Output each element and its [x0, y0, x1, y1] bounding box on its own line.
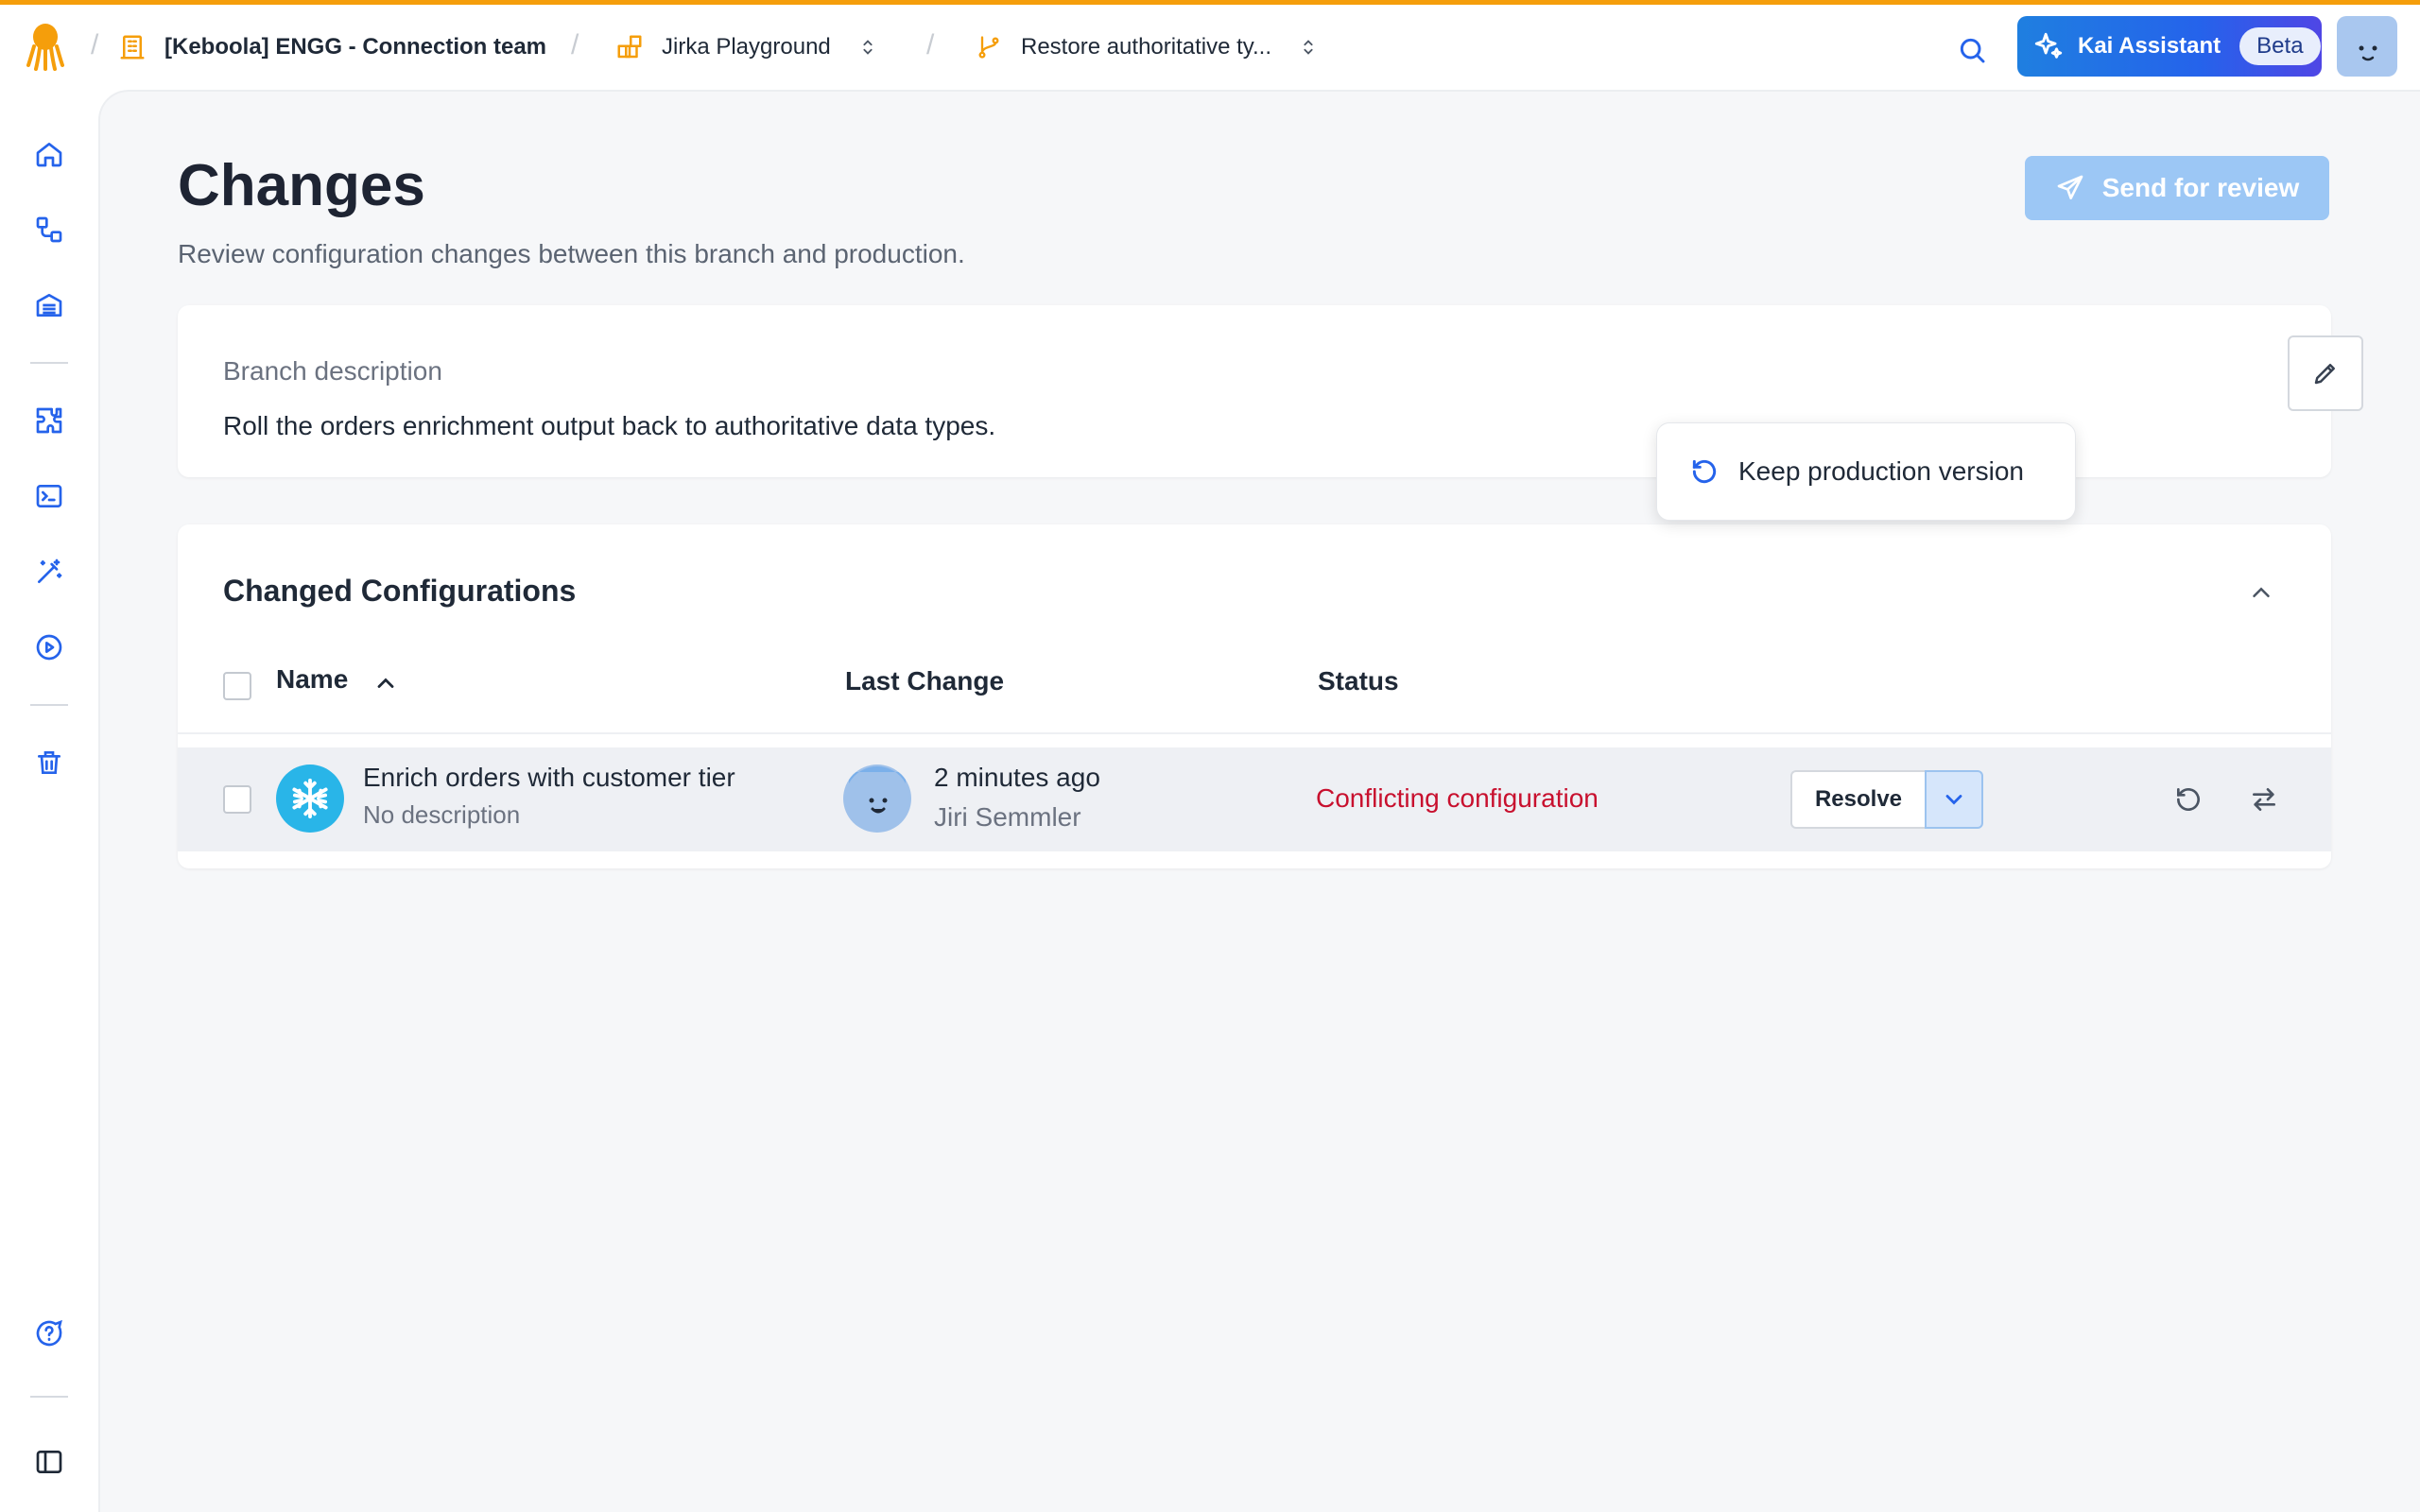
breadcrumb-separator: / [571, 29, 579, 60]
search-icon [1960, 38, 1985, 63]
branch-description-text: Roll the orders enrichment output back t… [223, 411, 996, 440]
jobs-icon [36, 634, 62, 661]
avatar-face-icon [2359, 45, 2377, 61]
status-conflict: Conflicting configuration [1316, 783, 1599, 813]
git-branch-icon [974, 32, 1004, 62]
changed-configurations-card: Changed Configurations Name Last Change … [178, 524, 2331, 868]
breadcrumb-separator: / [926, 29, 935, 60]
column-header-name[interactable]: Name [276, 664, 348, 695]
chevron-up-icon [2253, 587, 2270, 597]
sidebar-item-jobs[interactable] [30, 628, 68, 666]
select-all-checkbox[interactable] [223, 672, 251, 700]
chevron-down-icon [1945, 795, 1962, 805]
components-icon [36, 407, 62, 434]
sidebar-item-trash[interactable] [30, 744, 68, 782]
send-for-review-label: Send for review [2101, 173, 2300, 202]
config-name[interactable]: Enrich orders with customer tier [363, 763, 735, 793]
undo-icon [1692, 459, 1717, 484]
swap-arrows-icon [2253, 788, 2275, 811]
branch-name: Restore authoritative ty... [1021, 34, 1272, 60]
top-bar: / [Keboola] ENGG - Connection team / Jir… [0, 5, 2420, 90]
author-avatar [843, 765, 911, 833]
beta-badge: Beta [2239, 27, 2321, 65]
column-header-last-change: Last Change [845, 666, 1005, 696]
sidebar-item-applications[interactable] [30, 553, 68, 591]
breadcrumb-branch[interactable]: Restore authoritative ty... [974, 26, 1319, 69]
user-avatar[interactable] [2337, 16, 2397, 77]
edit-description-button[interactable] [2288, 335, 2363, 411]
building-icon [117, 32, 147, 62]
chevron-up-icon [377, 678, 394, 688]
avatar-face-icon [845, 766, 909, 831]
table-row[interactable]: Enrich orders with customer tier No desc… [178, 747, 2331, 851]
compare-button[interactable] [2244, 780, 2284, 819]
sparkles-icon [2034, 32, 2063, 59]
kai-assistant-button[interactable]: Kai Assistant Beta [2017, 16, 2322, 77]
sidebar-item-components[interactable] [30, 402, 68, 439]
flows-icon [36, 216, 62, 243]
project-name: Jirka Playground [662, 34, 831, 60]
terminal-icon [36, 485, 62, 507]
magic-wand-icon [38, 558, 62, 583]
row-checkbox[interactable] [223, 785, 251, 814]
keboola-logo[interactable] [26, 22, 64, 71]
column-header-status: Status [1318, 666, 1399, 696]
sidebar-divider [30, 362, 68, 364]
changed-configurations-title: Changed Configurations [223, 574, 577, 608]
sidebar-toggle-icon [36, 1451, 62, 1473]
search-button[interactable] [1953, 31, 1991, 69]
breadcrumb-project[interactable]: Jirka Playground [614, 26, 878, 69]
resolve-button[interactable]: Resolve [1790, 770, 1925, 829]
sort-ascending-button[interactable] [371, 668, 401, 698]
page-subtitle: Review configuration changes between thi… [178, 239, 965, 268]
revert-button[interactable] [2169, 780, 2208, 819]
sidebar [0, 90, 98, 1512]
table-header-divider [178, 732, 2331, 734]
sidebar-divider [30, 704, 68, 706]
branch-description-label: Branch description [223, 356, 442, 386]
pencil-icon [2314, 364, 2335, 385]
sidebar-divider [30, 1396, 68, 1398]
send-icon [2057, 175, 2083, 199]
breadcrumb-org[interactable]: [Keboola] ENGG - Connection team [117, 26, 546, 69]
send-for-review-button[interactable]: Send for review [2025, 156, 2329, 220]
storage-icon [36, 294, 62, 317]
resolve-dropdown-toggle[interactable] [1925, 770, 1983, 829]
page-title: Changes [178, 153, 425, 218]
chevron-up-down-icon [863, 40, 873, 55]
sidebar-item-flows[interactable] [30, 211, 68, 249]
sidebar-toggle[interactable] [30, 1443, 68, 1481]
keep-production-version-item[interactable]: Keep production version [1738, 456, 2024, 487]
sidebar-item-storage[interactable] [30, 286, 68, 324]
main-content: Changes Review configuration changes bet… [98, 90, 2420, 1512]
collapse-button[interactable] [2242, 574, 2280, 611]
project-icon [614, 32, 645, 62]
breadcrumb-separator: / [91, 29, 99, 60]
config-description: No description [363, 800, 521, 829]
snowflake-icon [276, 765, 344, 833]
last-change-time: 2 minutes ago [934, 763, 1100, 792]
kai-label: Kai Assistant [2078, 33, 2221, 59]
sidebar-item-transformations[interactable] [30, 477, 68, 515]
last-change-user: Jiri Semmler [934, 802, 1081, 832]
undo-icon [2177, 788, 2200, 811]
resolve-button-group: Resolve [1790, 770, 1983, 829]
sidebar-item-help[interactable] [30, 1314, 68, 1352]
help-icon [36, 1319, 62, 1347]
resolve-dropdown-menu: Keep production version [1656, 422, 2076, 521]
sidebar-item-home[interactable] [30, 135, 68, 173]
org-name: [Keboola] ENGG - Connection team [164, 34, 547, 60]
chevron-up-down-icon [1304, 40, 1313, 55]
trash-icon [38, 751, 60, 774]
home-icon [36, 143, 62, 167]
